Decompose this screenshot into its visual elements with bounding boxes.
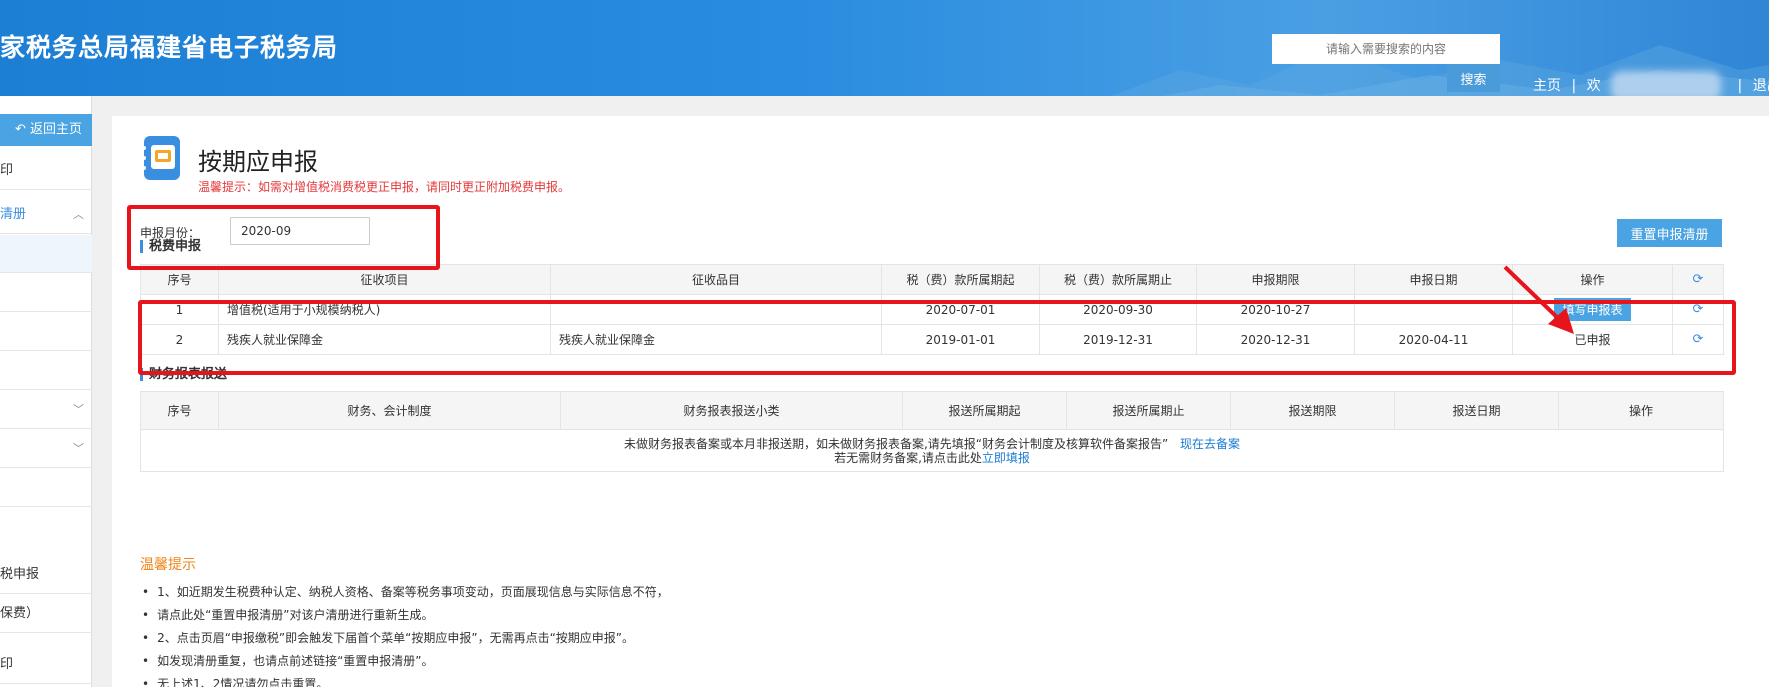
nav-separator: | [1737, 78, 1743, 94]
row-number: 2 [140, 324, 219, 355]
status-cell: 已申报 [1512, 324, 1673, 355]
nav-logout-link[interactable]: 退出 [1753, 75, 1769, 95]
column-header: 申报日期 [1354, 264, 1513, 295]
chevron-up-icon: ︿ [73, 208, 84, 221]
column-header: 报送日期 [1394, 391, 1559, 430]
deadline: 2020-12-31 [1196, 324, 1355, 355]
table-header-row: 序号 征收项目 征收品目 税（费）款所属期起 税（费）款所属期止 申报期限 申报… [140, 264, 1724, 295]
levy-item: 增值税(适用于小规模纳税人) [218, 294, 551, 325]
sidebar-item-label: 清册 [0, 207, 27, 222]
search-button[interactable]: 搜索 [1447, 64, 1500, 92]
back-home-label: 返回主页 [29, 122, 82, 137]
finance-section-title: 财务报表报送 [140, 368, 227, 381]
nav-home-link[interactable]: 主页 [1533, 75, 1561, 95]
declaration-icon [142, 136, 180, 180]
back-home-button[interactable]: ↶ 返回主页 [0, 114, 92, 146]
sidebar-item-expanded[interactable]: 清册 ︿ [0, 196, 92, 234]
refresh-icon[interactable]: ⟳ [1693, 272, 1704, 287]
tip-item: 无上述1、2情况请勿点击重置。 [142, 673, 669, 687]
tip-item: 请点此处“重置申报清册”对该户清册进行重新生成。 [142, 604, 669, 627]
sidebar-subitem[interactable] [0, 313, 92, 351]
column-header: 财务、会计制度 [218, 391, 561, 430]
refresh-all-cell[interactable]: ⟳ [1672, 264, 1724, 295]
main-content: 按期应申报 温馨提示：如需对增值税消费税更正申报，请同时更正附加税费申报。 申报… [112, 116, 1769, 687]
back-arrow-icon: ↶ [14, 122, 30, 137]
column-header: 征收品目 [550, 264, 882, 295]
sidebar-item[interactable]: 印 [0, 152, 92, 190]
levy-item: 残疾人就业保障金 [218, 324, 551, 355]
deadline: 2020-10-27 [1196, 294, 1355, 325]
period-end: 2020-09-30 [1039, 294, 1197, 325]
search-input[interactable] [1272, 34, 1500, 64]
declare-date [1354, 294, 1513, 325]
blurred-username [1611, 71, 1722, 96]
table-row: 1 增值税(适用于小规模纳税人) 2020-07-01 2020-09-30 2… [140, 294, 1724, 325]
empty-state-line: 未做财务报表备案或本月非报送期，如未做财务报表备案,请先填报“财务会计制度及核算… [142, 436, 1723, 451]
empty-state-text: 未做财务报表备案或本月非报送期，如未做财务报表备案,请先填报“财务会计制度及核算… [623, 436, 1169, 451]
sidebar-item[interactable]: 保费） [0, 595, 92, 633]
top-banner: 家税务总局福建省电子税务局 搜索 主页 | 欢 | 退出 [0, 0, 1769, 96]
column-header: 税（费）款所属期止 [1039, 264, 1197, 295]
sidebar-item[interactable]: 印 [0, 646, 92, 684]
tips-title: 温馨提示 [140, 557, 196, 573]
fill-declaration-button[interactable]: 填写申报表 [1554, 298, 1631, 321]
empty-state-row: 未做财务报表备案或本月非报送期，如未做财务报表备案,请先填报“财务会计制度及核算… [140, 429, 1724, 472]
sidebar-subitem-selected[interactable] [0, 235, 92, 273]
refresh-icon[interactable]: ⟳ [1693, 332, 1704, 347]
column-header: 报送所属期起 [902, 391, 1067, 430]
declare-date: 2020-04-11 [1354, 324, 1513, 355]
tips-list: 1、如近期发生税费种认定、纳税人资格、备案等税务事项变动，页面展现信息与实际信息… [142, 581, 669, 687]
sidebar-subitem[interactable] [0, 274, 92, 312]
tip-item: 1、如近期发生税费种认定、纳税人资格、备案等税务事项变动，页面展现信息与实际信息… [142, 581, 669, 604]
period-start: 2020-07-01 [881, 294, 1040, 325]
sidebar-item[interactable]: 税申报 [0, 556, 92, 594]
levy-sub-item [550, 294, 882, 325]
column-header: 报送所属期止 [1066, 391, 1231, 430]
site-title: 家税务总局福建省电子税务局 [0, 33, 339, 62]
declaration-month-input[interactable] [230, 217, 370, 245]
sidebar-item-collapsible[interactable]: ﹀ [0, 430, 92, 468]
action-cell: 填写申报表 [1512, 294, 1673, 325]
chevron-down-icon: ﹀ [73, 442, 84, 455]
top-nav: 主页 | 欢 | 退出 [1533, 71, 1769, 96]
column-header: 序号 [140, 391, 219, 430]
tip-item: 2、点击页眉“申报缴税”即会触发下届首个菜单“按期应申报”，无需再点击“按期应申… [142, 627, 669, 650]
sidebar-item-collapsible[interactable]: ﹀ [0, 391, 92, 429]
finance-report-table: 序号 财务、会计制度 财务报表报送小类 报送所属期起 报送所属期止 报送期限 报… [140, 391, 1724, 472]
refresh-cell: ⟳ [1672, 324, 1724, 355]
tax-section-title: 税费申报 [140, 240, 201, 253]
warning-tip: 温馨提示：如需对增值税消费税更正申报，请同时更正附加税费申报。 [198, 180, 571, 194]
reset-declaration-list-button[interactable]: 重置申报清册 [1617, 219, 1722, 247]
page-title: 按期应申报 [198, 148, 318, 176]
fill-now-link[interactable]: 立即填报 [982, 451, 1030, 465]
nav-separator: | [1571, 78, 1577, 94]
column-header: 序号 [140, 264, 219, 295]
tax-declaration-table: 序号 征收项目 征收品目 税（费）款所属期起 税（费）款所属期止 申报期限 申报… [140, 264, 1724, 355]
period-end: 2019-12-31 [1039, 324, 1197, 355]
empty-state-cell: 未做财务报表备案或本月非报送期，如未做财务报表备案,请先填报“财务会计制度及核算… [140, 429, 1724, 472]
empty-state-line: 若无需财务备案,请点击此处立即填报 [142, 450, 1723, 465]
column-header: 报送期限 [1230, 391, 1395, 430]
column-header: 操作 [1512, 264, 1673, 295]
table-row: 2 残疾人就业保障金 残疾人就业保障金 2019-01-01 2019-12-3… [140, 324, 1724, 355]
nav-welcome: 欢 [1586, 78, 1601, 94]
levy-sub-item: 残疾人就业保障金 [550, 324, 882, 355]
row-number: 1 [140, 294, 219, 325]
chevron-down-icon: ﹀ [73, 403, 84, 416]
sidebar-subitem[interactable] [0, 352, 92, 390]
column-header: 征收项目 [218, 264, 551, 295]
sidebar: ↶ 返回主页 印 清册 ︿ ﹀ ﹀ 税申报 保费） 印 [0, 96, 92, 687]
column-header: 财务报表报送小类 [560, 391, 903, 430]
refresh-icon[interactable]: ⟳ [1693, 302, 1704, 317]
sidebar-item[interactable] [0, 469, 92, 507]
register-now-link[interactable]: 现在去备案 [1180, 437, 1240, 451]
table-header-row: 序号 财务、会计制度 财务报表报送小类 报送所属期起 报送所属期止 报送期限 报… [140, 391, 1724, 430]
column-header: 税（费）款所属期起 [881, 264, 1040, 295]
refresh-cell: ⟳ [1672, 294, 1724, 325]
period-start: 2019-01-01 [881, 324, 1040, 355]
column-header: 操作 [1558, 391, 1724, 430]
column-header: 申报期限 [1196, 264, 1355, 295]
tip-item: 如发现清册重复，也请点前述链接“重置申报清册”。 [142, 650, 669, 673]
empty-state-text: 若无需财务备案,请点击此处 [834, 450, 982, 465]
